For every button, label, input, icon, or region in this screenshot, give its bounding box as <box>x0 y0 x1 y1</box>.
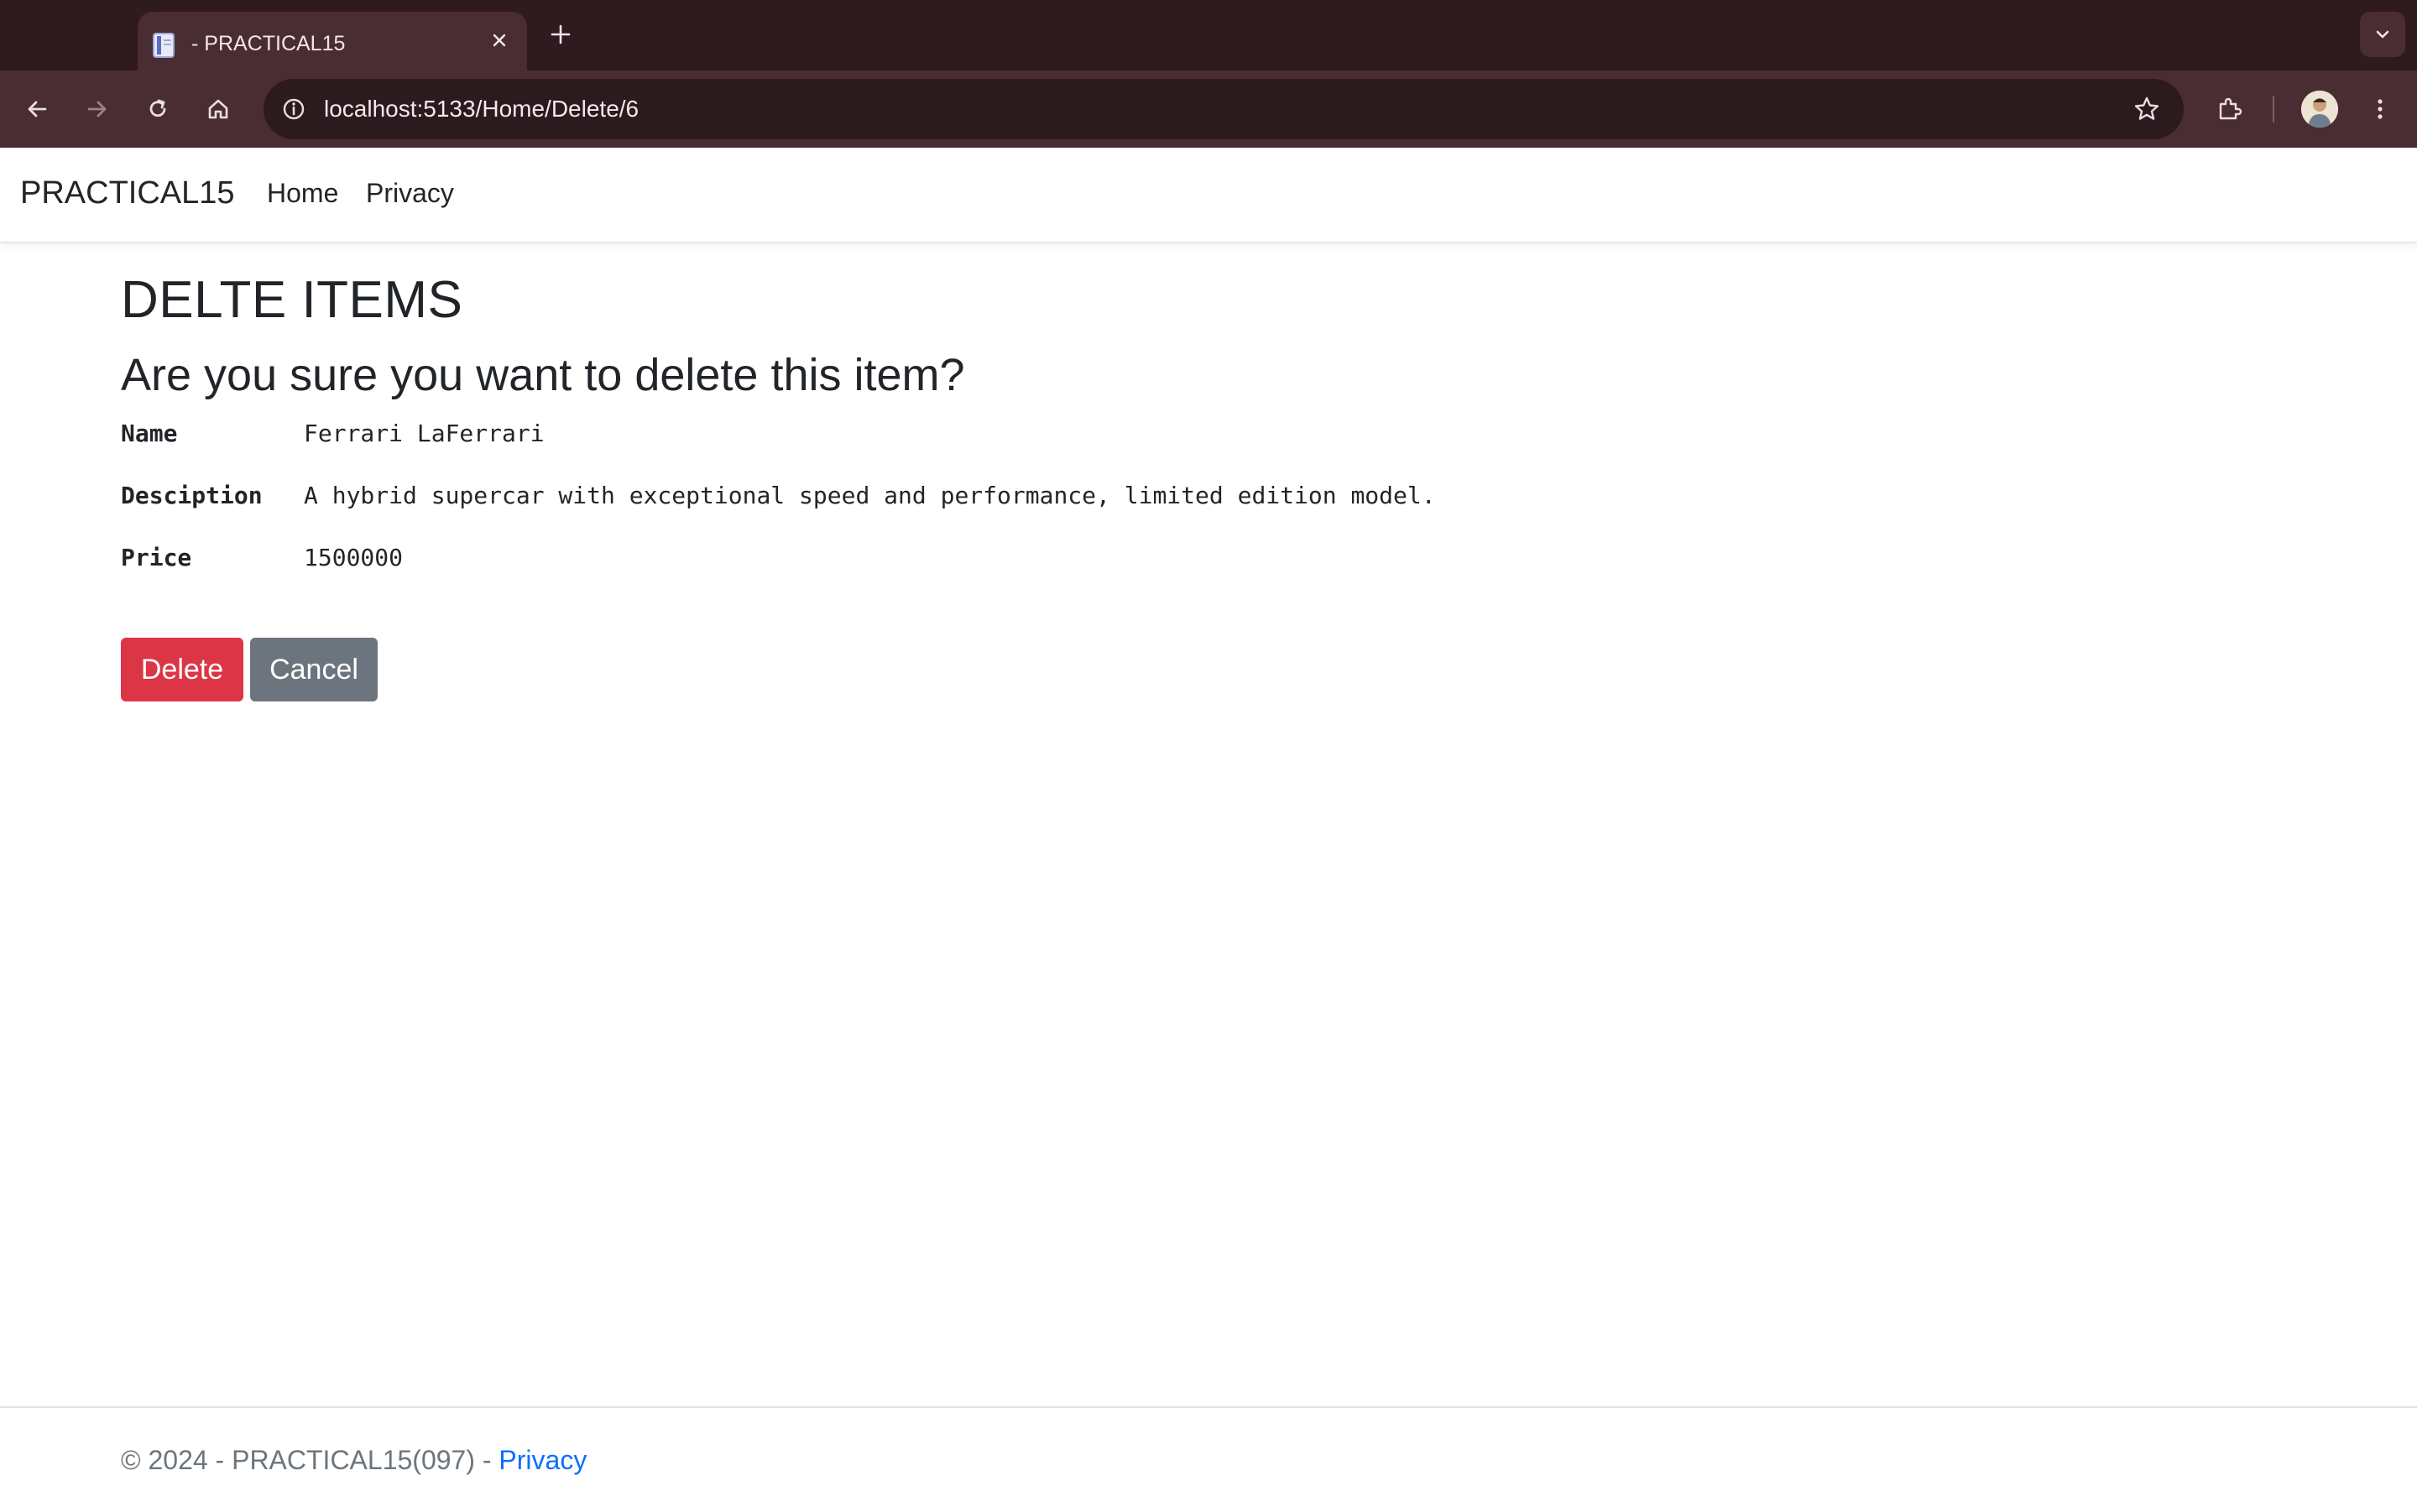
forward-arrow-icon[interactable] <box>76 87 119 131</box>
tab-search-chevron-down-icon[interactable] <box>2360 12 2405 57</box>
detail-row-price: Price 1500000 <box>121 544 2219 606</box>
navbar-brand[interactable]: PRACTICAL15 <box>20 175 235 211</box>
address-bar[interactable]: localhost:5133/Home/Delete/6 <box>264 79 2184 139</box>
detail-label: Desciption <box>121 482 263 509</box>
footer-copyright: © 2024 - PRACTICAL15(097) - <box>121 1445 499 1475</box>
detail-value: 1500000 <box>304 544 404 571</box>
new-tab-icon[interactable] <box>544 18 577 51</box>
item-details: Name Ferrari LaFerrari Desciption A hybr… <box>121 420 2219 606</box>
footer-text: © 2024 - PRACTICAL15(097) - Privacy <box>121 1445 587 1476</box>
browser-tab-strip: - PRACTICAL15 <box>0 0 2417 70</box>
reload-icon[interactable] <box>136 87 180 131</box>
site-navbar: PRACTICAL15 Home Privacy <box>0 148 2417 243</box>
tab-title: - PRACTICAL15 <box>191 32 346 55</box>
page-title: DELTE ITEMS <box>121 271 463 329</box>
site-footer: © 2024 - PRACTICAL15(097) - Privacy <box>0 1406 2417 1512</box>
detail-label: Price <box>121 544 192 571</box>
detail-row-description: Desciption A hybrid supercar with except… <box>121 482 2219 544</box>
back-arrow-icon[interactable] <box>15 87 59 131</box>
cancel-button[interactable]: Cancel <box>250 638 378 701</box>
delete-button[interactable]: Delete <box>121 638 243 701</box>
profile-avatar[interactable] <box>2301 91 2338 128</box>
extensions-puzzle-icon[interactable] <box>2207 87 2251 131</box>
browser-toolbar: localhost:5133/Home/Delete/6 <box>0 70 2417 148</box>
site-info-icon[interactable] <box>277 92 311 126</box>
detail-label: Name <box>121 420 178 447</box>
confirm-question: Are you sure you want to delete this ite… <box>121 350 965 400</box>
home-icon[interactable] <box>196 87 240 131</box>
detail-value: A hybrid supercar with exceptional speed… <box>304 482 1436 509</box>
page-favicon-icon <box>153 33 176 58</box>
url-text[interactable]: localhost:5133/Home/Delete/6 <box>324 96 639 123</box>
browser-tab[interactable]: - PRACTICAL15 <box>138 12 527 70</box>
browser-menu-icon[interactable] <box>2358 87 2402 131</box>
detail-row-name: Name Ferrari LaFerrari <box>121 420 2219 482</box>
bookmark-star-icon[interactable] <box>2128 91 2165 128</box>
footer-privacy-link[interactable]: Privacy <box>499 1445 587 1475</box>
detail-value: Ferrari LaFerrari <box>304 420 545 447</box>
nav-link-privacy[interactable]: Privacy <box>366 178 454 209</box>
toolbar-divider <box>2273 96 2274 123</box>
tab-close-icon[interactable] <box>485 26 514 55</box>
nav-link-home[interactable]: Home <box>267 178 338 209</box>
